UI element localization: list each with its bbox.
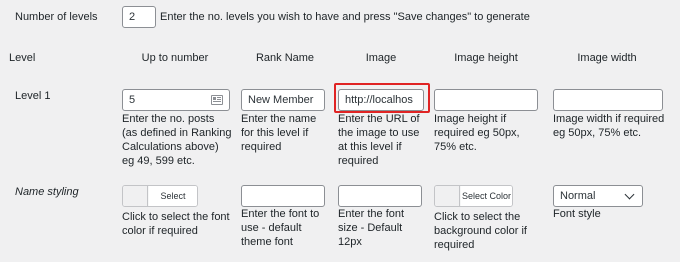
background-color-swatch [435,186,460,206]
font-size-input[interactable] [338,185,422,207]
rank-name-input[interactable]: New Member [241,89,325,111]
up-to-number-value: 5 [129,94,136,106]
font-description: Enter the font to use - default theme font [241,208,320,248]
header-up-to-number: Up to number [141,52,209,64]
image-width-description: Image width if required eg 50px, 75% etc. [553,113,665,139]
font-style-description: Font style [553,208,601,220]
header-image: Image [365,52,397,64]
font-size-description: Enter the font size - Default 12px [338,208,405,248]
rank-name-description: Enter the name for this level if required [241,113,317,153]
font-color-button[interactable]: Select Color [122,185,198,207]
number-of-levels-hint: Enter the no. levels you wish to have an… [160,11,530,23]
font-color-swatch [123,186,148,206]
header-image-width: Image width [577,52,637,64]
font-style-value: Normal [560,190,596,202]
header-image-height: Image height [454,52,518,64]
image-height-description: Image height if required eg 50px, 75% etc. [434,113,520,153]
image-url-input[interactable]: http://localhos [338,89,424,111]
image-url-description: Enter the URL of the image to use at this … [338,113,420,167]
up-to-number-description: Enter the no. posts (as defined in Rankin… [122,113,232,167]
image-width-input[interactable] [553,89,663,111]
level-1-label: Level 1 [15,90,51,102]
contact-card-icon [211,95,223,105]
number-of-levels-label: Number of levels [15,11,98,23]
name-styling-label: Name styling [15,186,79,198]
number-of-levels-input[interactable]: 2 [122,6,156,28]
background-color-button[interactable]: Select Color [434,185,513,207]
font-color-description: Click to select the font color if require… [122,211,230,237]
font-color-button-label: Select Color [149,186,197,206]
image-height-input[interactable] [434,89,538,111]
font-input[interactable] [241,185,325,207]
chevron-down-icon [624,189,635,200]
up-to-number-input[interactable]: 5 [122,89,230,111]
header-level: Level [9,52,36,64]
background-color-button-label: Select Color [461,186,512,206]
font-style-select[interactable]: Normal [553,185,643,207]
background-color-description: Click to select the background color if re… [434,211,527,251]
header-rank-name: Rank Name [255,52,315,64]
